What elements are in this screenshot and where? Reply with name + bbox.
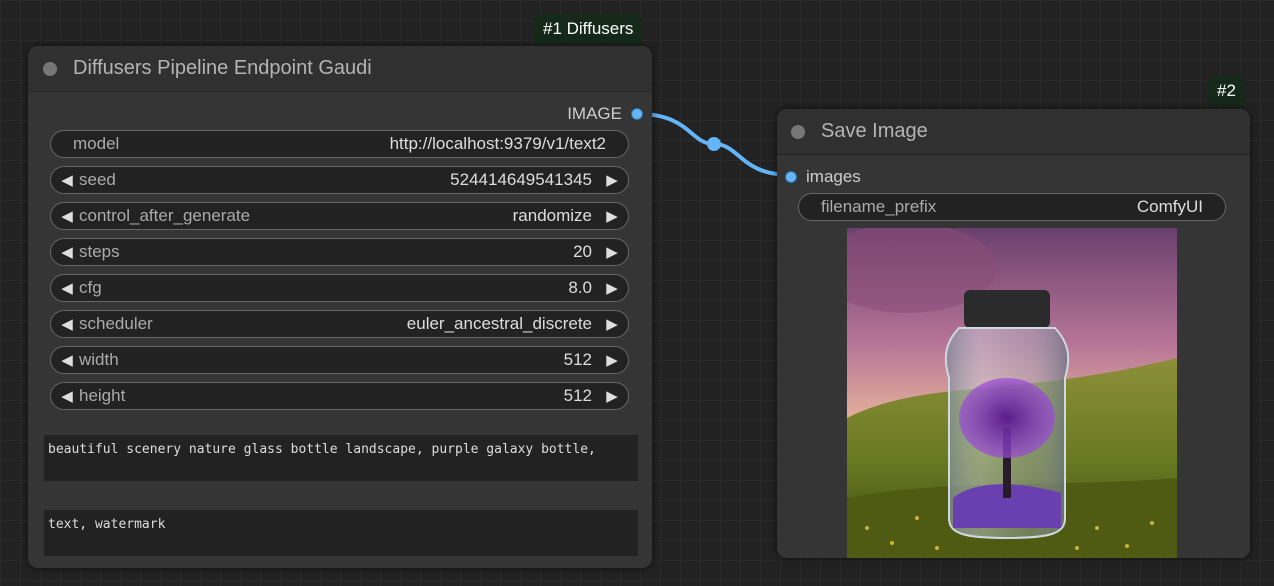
steps-widget[interactable]: ◀ steps 20 ▶ (50, 238, 629, 266)
cfg-decrement[interactable]: ◀ (55, 279, 79, 297)
node2-collapse-toggle[interactable] (791, 124, 805, 139)
filename-prefix-label: filename_prefix (821, 197, 937, 216)
steps-increment[interactable]: ▶ (600, 243, 624, 261)
width-increment[interactable]: ▶ (600, 351, 624, 369)
steps-value: 20 (573, 242, 592, 261)
scheduler-label: scheduler (79, 314, 153, 333)
node2-badge: #2 (1208, 76, 1245, 106)
scheduler-value: euler_ancestral_discrete (406, 314, 592, 333)
images-input-label: images (806, 167, 861, 186)
height-label: height (79, 386, 126, 405)
link-midpoint (707, 137, 721, 151)
seed-value: 524414649541345 (450, 170, 592, 189)
control-decrement[interactable]: ◀ (55, 207, 79, 225)
seed-decrement[interactable]: ◀ (55, 171, 79, 189)
model-label: model (73, 134, 120, 153)
scheduler-widget[interactable]: ◀ scheduler euler_ancestral_discrete ▶ (50, 310, 629, 338)
cfg-label: cfg (79, 278, 102, 297)
cfg-widget[interactable]: ◀ cfg 8.0 ▶ (50, 274, 629, 302)
positive-prompt-textarea[interactable]: beautiful scenery nature glass bottle la… (44, 435, 638, 481)
image-link (637, 112, 792, 177)
steps-decrement[interactable]: ◀ (55, 243, 79, 261)
model-value: http://localhost:9379/v1/text2 (389, 134, 606, 153)
node2-header[interactable]: Save Image (777, 109, 1250, 155)
width-label: width (79, 350, 119, 369)
node1-title: Diffusers Pipeline Endpoint Gaudi (73, 57, 372, 79)
preview-jar-lid (964, 290, 1050, 328)
node1-header[interactable]: Diffusers Pipeline Endpoint Gaudi (28, 46, 652, 92)
model-field[interactable]: model http://localhost:9379/v1/text2 (50, 130, 629, 158)
seed-increment[interactable]: ▶ (600, 171, 624, 189)
width-widget[interactable]: ◀ width 512 ▶ (50, 346, 629, 374)
width-value: 512 (563, 350, 592, 369)
diffusers-pipeline-node[interactable]: Diffusers Pipeline Endpoint Gaudi IMAGE … (28, 46, 652, 568)
node1-badge: #1 Diffusers (534, 14, 643, 44)
control-label: control_after_generate (79, 206, 251, 225)
height-decrement[interactable]: ◀ (55, 387, 79, 405)
height-value: 512 (563, 386, 592, 405)
control-value: randomize (512, 206, 592, 225)
node2-title: Save Image (821, 120, 928, 142)
generated-image-preview[interactable] (847, 228, 1177, 558)
save-image-node[interactable]: Save Image images filename_prefix ComfyU… (777, 109, 1250, 558)
images-input-dot[interactable] (785, 171, 797, 183)
seed-label: seed (79, 170, 116, 189)
image-output-dot[interactable] (631, 108, 643, 120)
image-output-label: IMAGE (567, 104, 622, 123)
node1-collapse-toggle[interactable] (43, 61, 57, 76)
image-output-slot[interactable]: IMAGE (567, 104, 643, 124)
height-increment[interactable]: ▶ (600, 387, 624, 405)
cfg-increment[interactable]: ▶ (600, 279, 624, 297)
preview-image (847, 228, 1177, 558)
filename-prefix-field[interactable]: filename_prefix ComfyUI (798, 193, 1226, 221)
control-after-generate-widget[interactable]: ◀ control_after_generate randomize ▶ (50, 202, 629, 230)
width-decrement[interactable]: ◀ (55, 351, 79, 369)
preview-tree-crown (959, 378, 1055, 458)
filename-prefix-value: ComfyUI (1136, 197, 1203, 216)
scheduler-increment[interactable]: ▶ (600, 315, 624, 333)
scheduler-decrement[interactable]: ◀ (55, 315, 79, 333)
cfg-value: 8.0 (568, 278, 592, 297)
steps-label: steps (79, 242, 120, 261)
height-widget[interactable]: ◀ height 512 ▶ (50, 382, 629, 410)
negative-prompt-textarea[interactable]: text, watermark (44, 510, 638, 556)
images-input-slot[interactable]: images (785, 167, 861, 187)
control-increment[interactable]: ▶ (600, 207, 624, 225)
seed-widget[interactable]: ◀ seed 524414649541345 ▶ (50, 166, 629, 194)
